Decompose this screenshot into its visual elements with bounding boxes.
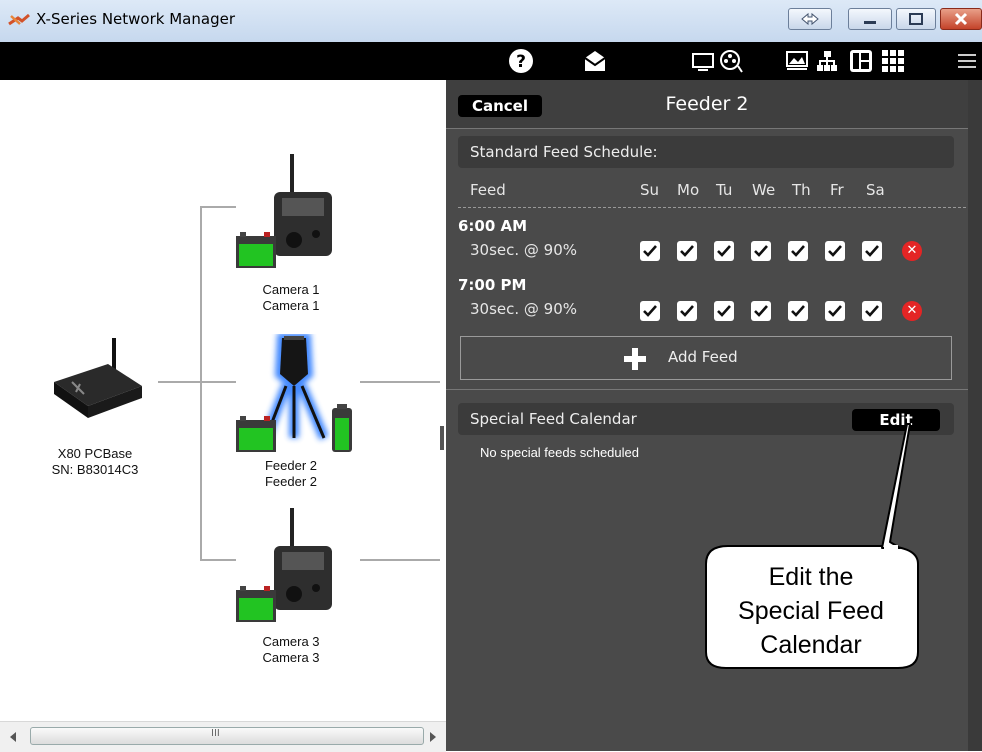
minimize-button[interactable] [848,8,892,30]
layout-icon[interactable] [848,48,874,74]
connector-camera3 [200,559,236,561]
day-checkbox-we[interactable] [751,301,771,321]
day-checkbox-sa[interactable] [862,241,882,261]
connector-right-lower [360,559,440,561]
base-label-line1: X80 PCBase [57,446,133,461]
scroll-left-icon[interactable] [8,731,18,743]
maximize-icon [909,13,923,25]
connector-right [360,381,440,383]
base-station-icon[interactable] [50,338,146,420]
panel-scrollbar[interactable] [968,80,982,751]
double-arrow-icon [801,12,819,26]
day-checkbox-tu[interactable] [714,241,734,261]
maximize-button[interactable] [896,8,936,30]
day-header-sa: Sa [866,181,885,199]
cancel-button[interactable]: Cancel [458,95,542,117]
feed-time: 6:00 AM [458,217,528,235]
day-checkbox-we[interactable] [751,241,771,261]
standard-schedule-header: Standard Feed Schedule: [458,136,954,168]
network-icon[interactable] [814,48,840,74]
scroll-right-icon[interactable] [428,731,438,743]
network-diagram: X80 PCBase SN: B83014C3 Camera 1 Camera … [0,80,446,721]
callout-line1: Edit the [768,563,854,591]
offscreen-node-edge [440,426,444,450]
toolbar: ? [0,42,982,80]
camera1-label-line2: Camera 1 [262,298,320,313]
callout-line2: Special Feed [738,597,884,625]
day-checkbox-th[interactable] [788,301,808,321]
day-checkbox-fr[interactable] [825,241,845,261]
monitor-icon[interactable] [690,48,716,74]
feed-column-header: Feed [470,181,506,199]
no-special-feeds-text: No special feeds scheduled [480,445,639,460]
feed-duration: 30sec. @ 90% [470,241,578,259]
day-header-fr: Fr [830,181,844,199]
window-title: X-Series Network Manager [36,10,235,28]
film-icon[interactable] [718,48,744,74]
callout-text: Edit the Special Feed Calendar [704,560,918,662]
scrollbar-grip: III [211,728,220,739]
app-logo-icon [8,13,30,26]
day-checkbox-su[interactable] [640,241,660,261]
camera3-label-line2: Camera 3 [262,650,320,665]
menu-icon[interactable] [954,48,980,74]
camera1-label-line1: Camera 1 [262,282,320,297]
day-checkbox-tu[interactable] [714,301,734,321]
header-divider [458,207,966,208]
camera1-icon[interactable] [236,154,336,274]
scrollbar-thumb[interactable]: III [30,727,424,745]
delete-feed-icon[interactable]: ✕ [902,301,922,321]
day-checkbox-mo[interactable] [677,241,697,261]
close-icon [954,12,968,26]
day-checkbox-fr[interactable] [825,301,845,321]
day-header-th: Th [792,181,811,199]
feeder2-label-line2: Feeder 2 [264,474,318,489]
callout-line3: Calendar [760,631,862,659]
mail-icon[interactable] [582,48,608,74]
connector-camera1 [200,206,236,208]
close-button[interactable] [940,8,982,30]
plus-icon [624,348,646,370]
grid-icon[interactable] [880,48,906,74]
add-feed-label: Add Feed [668,348,738,366]
svg-text:?: ? [516,52,526,72]
feeder2-label-line1: Feeder 2 [264,458,318,473]
connector-vertical [200,206,202,560]
day-checkbox-mo[interactable] [677,301,697,321]
day-header-su: Su [640,181,660,199]
help-icon[interactable]: ? [508,48,534,74]
feed-time: 7:00 PM [458,276,527,294]
section-divider [446,389,968,390]
feed-duration: 30sec. @ 90% [470,300,578,318]
delete-feed-icon[interactable]: ✕ [902,241,922,261]
feeder2-icon[interactable] [236,334,360,454]
camera3-icon[interactable] [236,508,336,628]
day-checkbox-sa[interactable] [862,301,882,321]
resize-button[interactable] [788,8,832,30]
minimize-icon [864,21,876,24]
base-label-line2: SN: B83014C3 [51,462,139,477]
day-header-mo: Mo [677,181,700,199]
day-checkbox-su[interactable] [640,301,660,321]
day-checkbox-th[interactable] [788,241,808,261]
image-icon[interactable] [784,48,810,74]
day-header-tu: Tu [716,181,733,199]
horizontal-scrollbar[interactable]: III [0,721,446,752]
camera3-label-line1: Camera 3 [262,634,320,649]
connector-base [158,381,236,383]
day-header-we: We [752,181,776,199]
